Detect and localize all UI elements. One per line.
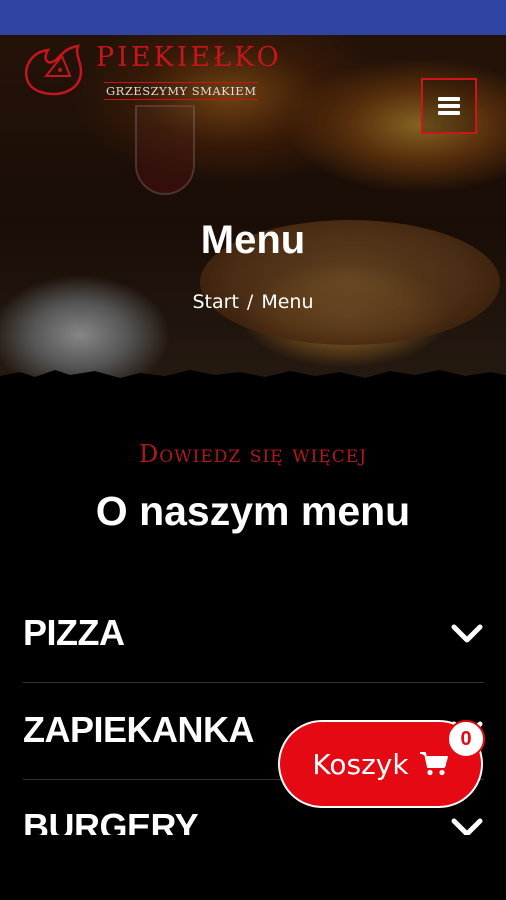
accordion-item-pizza[interactable]: PIZZA	[23, 586, 484, 683]
flame-logo-icon	[25, 44, 83, 96]
brand-tagline: GRZESZYMY SMAKIEM	[104, 82, 259, 100]
category-label: ZAPIEKANKA	[23, 709, 255, 750]
category-label: PIZZA	[23, 612, 125, 653]
status-bar	[0, 0, 506, 35]
section-kicker: Dowiedz się więcej	[138, 440, 368, 468]
cart-label: Koszyk	[312, 747, 409, 781]
cart-count-badge: 0	[447, 720, 485, 758]
brand-name: PIEKIEŁKO	[96, 42, 282, 73]
torn-edge-divider	[0, 370, 506, 380]
chevron-down-icon	[451, 624, 483, 643]
breadcrumb-current: Menu	[261, 291, 314, 313]
page-title: Menu	[200, 218, 306, 262]
brand-logo[interactable]: PIEKIEŁKO GRZESZYMY SMAKIEM	[22, 40, 279, 110]
section-title: O naszym menu	[95, 488, 411, 534]
hamburger-icon	[438, 97, 460, 115]
breadcrumb-separator: /	[246, 291, 254, 313]
breadcrumb: Start / Menu	[0, 291, 506, 313]
breadcrumb-home-link[interactable]: Start	[193, 291, 239, 313]
menu-toggle-button[interactable]	[421, 78, 477, 134]
shopping-cart-icon	[419, 752, 448, 776]
